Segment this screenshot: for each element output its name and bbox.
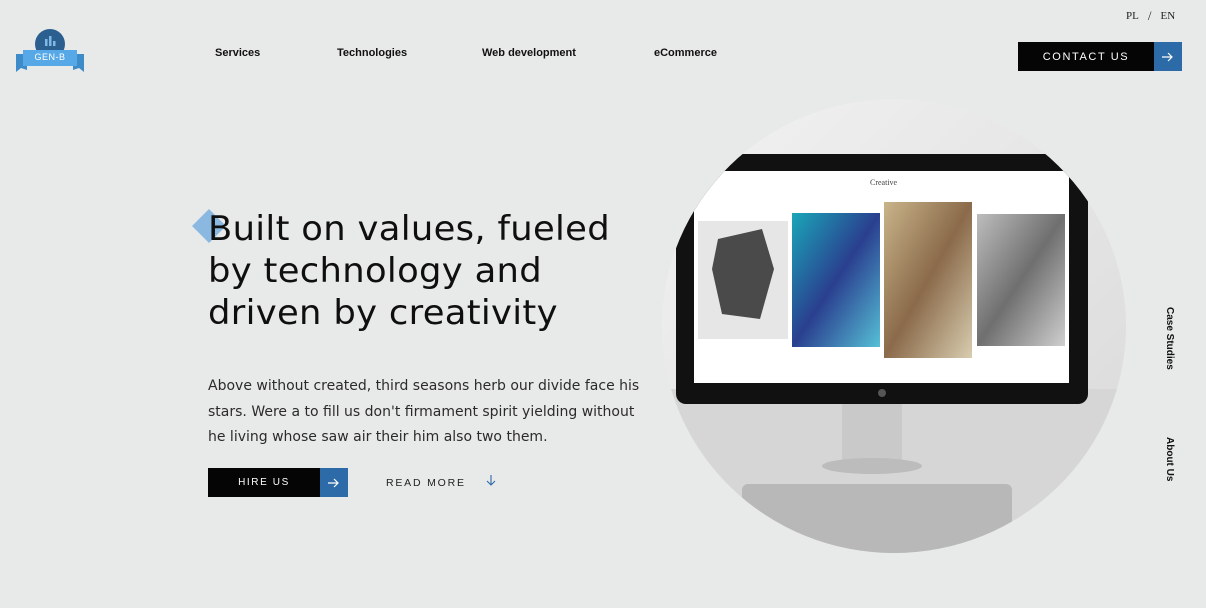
hire-us-label: HIRE US — [238, 477, 290, 488]
lang-separator: / — [1147, 8, 1152, 23]
nav-web-development[interactable]: Web development — [482, 47, 576, 59]
read-more-link[interactable]: READ MORE — [386, 475, 496, 490]
arrow-right-icon — [320, 468, 348, 497]
headline-line-1: Built on values, fueled — [208, 209, 611, 249]
hire-us-button[interactable]: HIRE US — [208, 468, 348, 497]
contact-us-label: CONTACT US — [1042, 50, 1130, 63]
headline-line-2: by technology and — [208, 251, 543, 291]
hero-description: Above without created, third seasons her… — [208, 378, 640, 445]
logo[interactable]: GEN-B — [15, 28, 85, 74]
side-link-about-us[interactable]: About Us — [1164, 437, 1175, 481]
lang-pl[interactable]: PL — [1126, 10, 1139, 22]
hero-image: Creative — [662, 99, 1126, 554]
read-more-label: READ MORE — [386, 476, 466, 489]
side-link-case-studies[interactable]: Case Studies — [1164, 307, 1175, 370]
nav-ecommerce[interactable]: eCommerce — [654, 47, 717, 59]
arrow-right-icon — [1154, 42, 1182, 71]
arrow-down-icon — [486, 475, 496, 490]
contact-us-button[interactable]: CONTACT US — [1018, 42, 1182, 71]
nav-services[interactable]: Services — [215, 47, 260, 59]
language-switcher: PL / EN — [1126, 8, 1175, 24]
hero-headline: Built on values, fueled by technology an… — [208, 208, 697, 334]
nav-technologies[interactable]: Technologies — [337, 47, 407, 59]
logo-text: GEN-B — [34, 52, 66, 62]
screen-brand: Creative — [870, 178, 898, 187]
headline-line-3: driven by creativity — [208, 293, 558, 333]
logo-badge-icon — [16, 29, 84, 72]
lang-en[interactable]: EN — [1160, 10, 1175, 22]
